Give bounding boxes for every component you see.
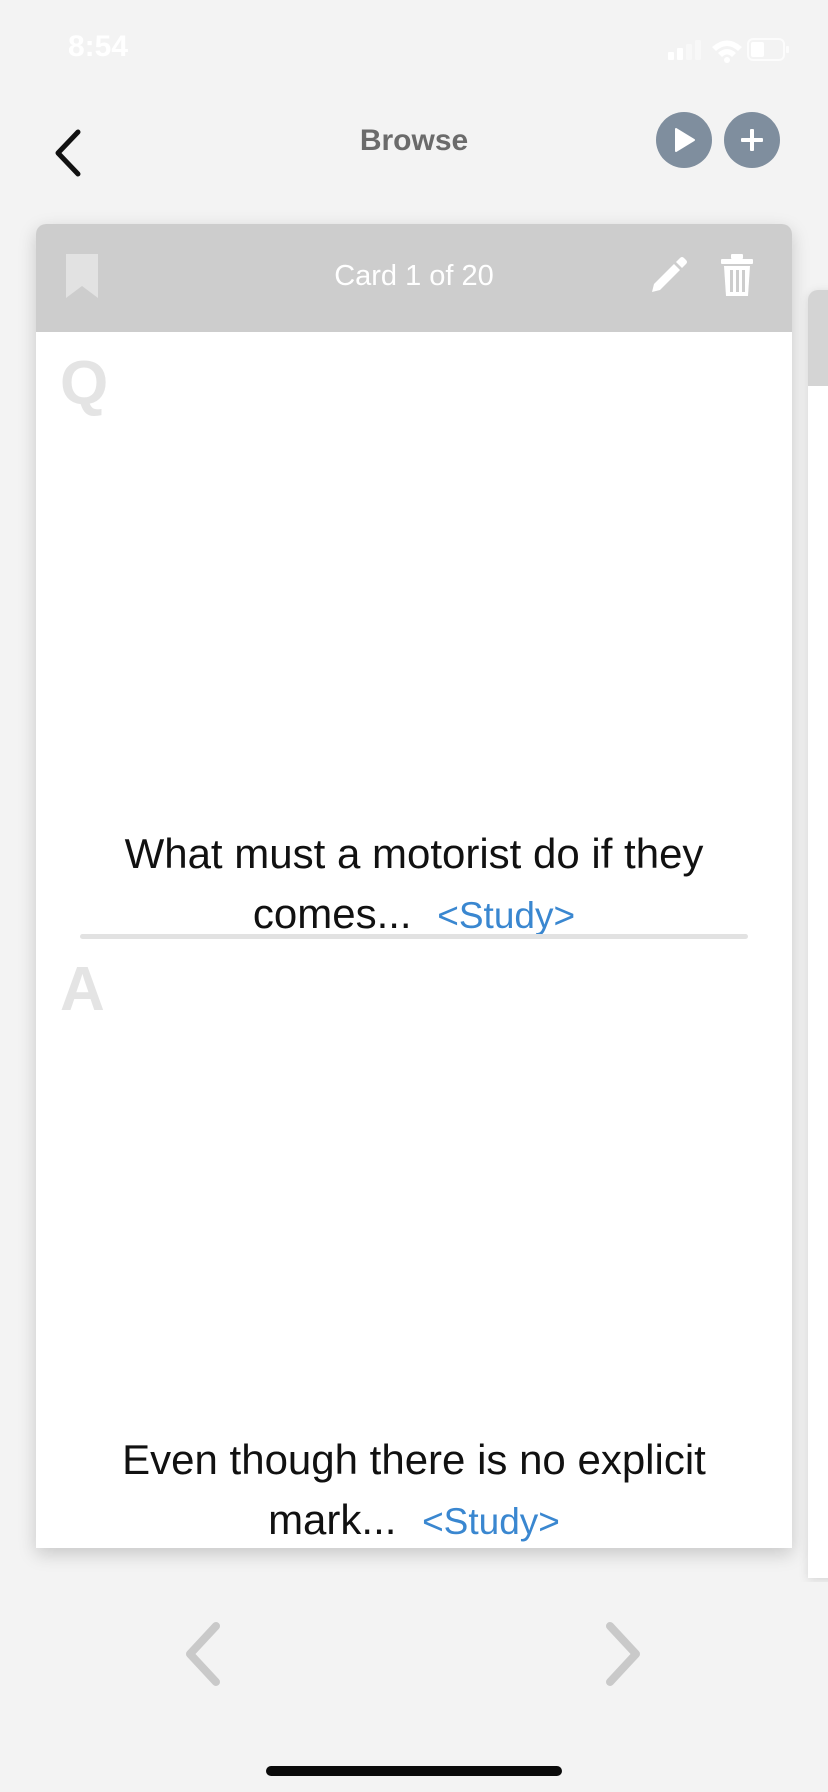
answer-label: A xyxy=(60,955,105,1024)
status-icons xyxy=(652,36,792,64)
answer-text-block: Even though there is no explicit mark...… xyxy=(76,1430,752,1548)
question-study-link[interactable]: <Study> xyxy=(437,895,575,936)
trash-icon-graphic xyxy=(721,254,753,296)
chevron-left-icon xyxy=(186,1622,220,1686)
plus-icon xyxy=(741,129,763,151)
previous-card-button[interactable] xyxy=(174,1614,234,1694)
question-text: What must a motorist do if they comes... xyxy=(124,830,704,937)
answer-study-link[interactable]: <Study> xyxy=(422,1501,560,1542)
signal-wifi-battery-icon xyxy=(668,38,789,63)
trash-icon[interactable] xyxy=(720,254,754,296)
pencil-icon-graphic xyxy=(652,257,687,292)
pencil-icon[interactable] xyxy=(650,256,688,294)
play-icon xyxy=(675,128,695,152)
flashcard: Card 1 of 20 Q What must a motorist do i… xyxy=(36,224,792,1548)
add-card-button[interactable] xyxy=(724,112,780,168)
play-button[interactable] xyxy=(656,112,712,168)
chevron-right-icon xyxy=(606,1622,640,1686)
question-text-block: What must a motorist do if they comes...… xyxy=(76,824,752,946)
card-header: Card 1 of 20 xyxy=(36,224,792,332)
nav-bar: Browse xyxy=(0,100,828,200)
status-time: 8:54 xyxy=(68,30,129,63)
next-card-button[interactable] xyxy=(592,1614,652,1694)
card-divider xyxy=(80,934,748,939)
status-bar: 8:54 xyxy=(0,0,828,100)
answer-text: Even though there is no explicit mark... xyxy=(122,1436,706,1543)
question-label: Q xyxy=(60,349,109,418)
home-indicator[interactable] xyxy=(266,1766,562,1776)
next-card-peek[interactable] xyxy=(808,290,828,1578)
card-navigation-footer xyxy=(0,1582,828,1792)
